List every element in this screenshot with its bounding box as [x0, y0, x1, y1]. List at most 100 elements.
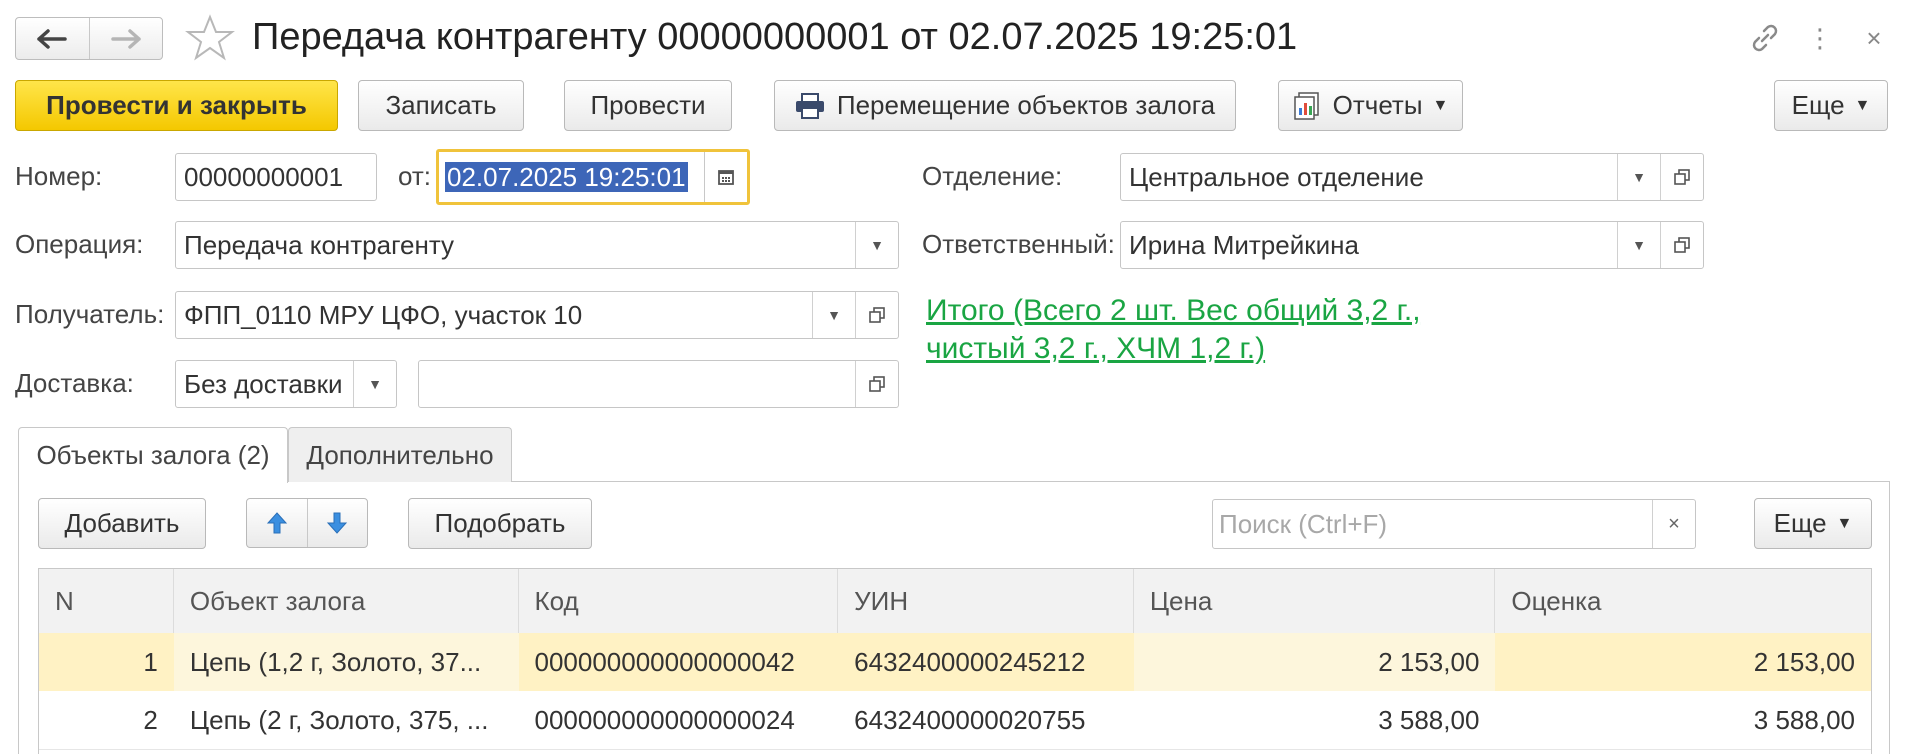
pick-button[interactable]: Подобрать [408, 498, 592, 549]
move-up-button[interactable] [247, 499, 307, 547]
operation-label: Операция: [15, 229, 144, 259]
close-button[interactable]: × [1854, 18, 1894, 58]
operation-dropdown-button[interactable]: ▼ [855, 222, 898, 268]
delivery-details-open-button[interactable] [855, 361, 898, 407]
number-value: 00000000001 [184, 161, 344, 192]
responsible-field[interactable]: Ирина Митрейкина ▼ [1120, 221, 1704, 269]
reports-icon [1293, 91, 1319, 120]
date-value: 02.07.2025 19:25:01 [445, 161, 688, 192]
move-buttons [246, 498, 368, 548]
chevron-down-icon: ▼ [827, 307, 841, 323]
star-icon [185, 14, 235, 61]
operation-field[interactable]: Передача контрагенту ▼ [175, 221, 899, 269]
cell-object: Цепь (2 г, Золото, 375, ... [189, 704, 489, 735]
operation-value: Передача контрагенту [184, 229, 455, 260]
column-header-price[interactable]: Цена [1134, 569, 1496, 633]
department-dropdown-button[interactable]: ▼ [1617, 154, 1660, 200]
link-button[interactable] [1745, 18, 1785, 58]
column-header-uin[interactable]: УИН [838, 569, 1134, 633]
recipient-dropdown-button[interactable]: ▼ [812, 292, 855, 338]
reports-label: Отчеты [1332, 90, 1423, 120]
arrow-up-icon [266, 512, 287, 534]
recipient-value: ФПП_0110 МРУ ЦФО, участок 10 [184, 299, 583, 330]
totals-link[interactable]: Итого (Всего 2 шт. Вес общий 3,2 г., чис… [926, 292, 1421, 368]
reports-button[interactable]: Отчеты ▼ [1278, 80, 1463, 131]
cell-object: Цепь (1,2 г, Золото, 37... [173, 633, 519, 691]
table-more-label: Еще [1773, 508, 1827, 538]
chevron-down-icon: ▼ [1432, 96, 1449, 114]
totals-line-1: Итого (Всего 2 шт. Вес общий 3,2 г., [926, 294, 1421, 327]
search-input[interactable] [1213, 499, 1652, 549]
recipient-label: Получатель: [15, 299, 165, 329]
table-header: N Объект залога Код УИН Цена Оценка [39, 569, 1871, 634]
department-field[interactable]: Центральное отделение ▼ [1120, 153, 1704, 201]
post-button[interactable]: Провести [564, 80, 732, 131]
recipient-field[interactable]: ФПП_0110 МРУ ЦФО, участок 10 ▼ [175, 291, 899, 339]
cell-n: 1 [143, 646, 158, 677]
cell-code: 000000000000000024 [534, 704, 795, 735]
chevron-down-icon: ▼ [1632, 237, 1646, 253]
arrow-down-icon [327, 512, 348, 534]
department-label: Отделение: [922, 161, 1063, 191]
calendar-button[interactable] [704, 152, 747, 202]
table-row[interactable]: 1 Цепь (1,2 г, Золото, 37... 00000000000… [39, 633, 1871, 691]
move-collateral-objects-button[interactable]: Перемещение объектов залога [774, 80, 1236, 131]
column-header-object[interactable]: Объект залога [174, 569, 519, 633]
column-header-n[interactable]: N [39, 569, 174, 633]
responsible-open-button[interactable] [1660, 222, 1703, 268]
cell-estimate: 3 588,00 [1753, 704, 1855, 735]
chevron-down-icon: ▼ [1836, 514, 1853, 532]
column-header-code[interactable]: Код [519, 569, 839, 633]
recipient-open-button[interactable] [855, 292, 898, 338]
favorite-star-button[interactable] [185, 13, 235, 63]
back-arrow-icon [37, 28, 67, 49]
department-open-button[interactable] [1660, 154, 1703, 200]
move-collateral-objects-label: Перемещение объектов залога [836, 90, 1216, 120]
cell-uin: 6432400000020755 [854, 704, 1086, 735]
table-row[interactable]: 2 Цепь (2 г, Золото, 375, ... 0000000000… [39, 691, 1871, 750]
chevron-down-icon: ▼ [1632, 169, 1646, 185]
responsible-value: Ирина Митрейкина [1129, 229, 1359, 260]
open-form-icon [1674, 237, 1690, 253]
collateral-table: N Объект залога Код УИН Цена Оценка 1 Це… [38, 568, 1872, 754]
responsible-label: Ответственный: [922, 229, 1115, 259]
navigation-buttons [15, 17, 163, 60]
more-menu-button[interactable]: ⋮ [1800, 18, 1840, 58]
chevron-down-icon: ▼ [1854, 96, 1871, 114]
column-header-estimate[interactable]: Оценка [1495, 569, 1871, 633]
table-more-button[interactable]: Еще ▼ [1754, 498, 1872, 549]
forward-arrow-icon [111, 28, 141, 49]
tab-additional[interactable]: Дополнительно [288, 427, 512, 482]
date-label: от: [398, 161, 432, 191]
totals-line-2: чистый 3,2 г., ХЧМ 1,2 г.) [926, 332, 1266, 365]
save-button[interactable]: Записать [358, 80, 524, 131]
forward-button[interactable] [88, 18, 163, 59]
back-button[interactable] [16, 18, 89, 59]
delivery-value: Без доставки [184, 368, 343, 399]
number-field[interactable]: 00000000001 [175, 153, 377, 201]
printer-icon [795, 92, 824, 119]
open-form-icon [869, 376, 885, 392]
responsible-dropdown-button[interactable]: ▼ [1617, 222, 1660, 268]
cell-price: 3 588,00 [1378, 704, 1480, 735]
cell-estimate: 2 153,00 [1753, 646, 1855, 677]
post-and-close-button[interactable]: Провести и закрыть [15, 80, 338, 131]
cell-code: 000000000000000042 [534, 646, 795, 677]
open-form-icon [1674, 169, 1690, 185]
more-button[interactable]: Еще ▼ [1774, 80, 1888, 131]
move-down-button[interactable] [306, 499, 368, 547]
more-label: Еще [1791, 90, 1845, 120]
add-button[interactable]: Добавить [38, 498, 206, 549]
delivery-dropdown-button[interactable]: ▼ [353, 361, 396, 407]
cell-n: 2 [143, 704, 158, 735]
department-value: Центральное отделение [1129, 161, 1424, 192]
delivery-field[interactable]: Без доставки ▼ [175, 360, 397, 408]
close-icon: × [1866, 22, 1882, 53]
chevron-down-icon: ▼ [368, 376, 382, 392]
link-icon [1752, 24, 1778, 52]
tab-collateral-objects[interactable]: Объекты залога (2) [18, 427, 288, 483]
clear-search-button[interactable]: × [1652, 500, 1695, 548]
date-field[interactable]: 02.07.2025 19:25:01 [436, 149, 750, 205]
search-field[interactable]: × [1212, 499, 1696, 549]
delivery-details-field[interactable] [418, 360, 899, 408]
